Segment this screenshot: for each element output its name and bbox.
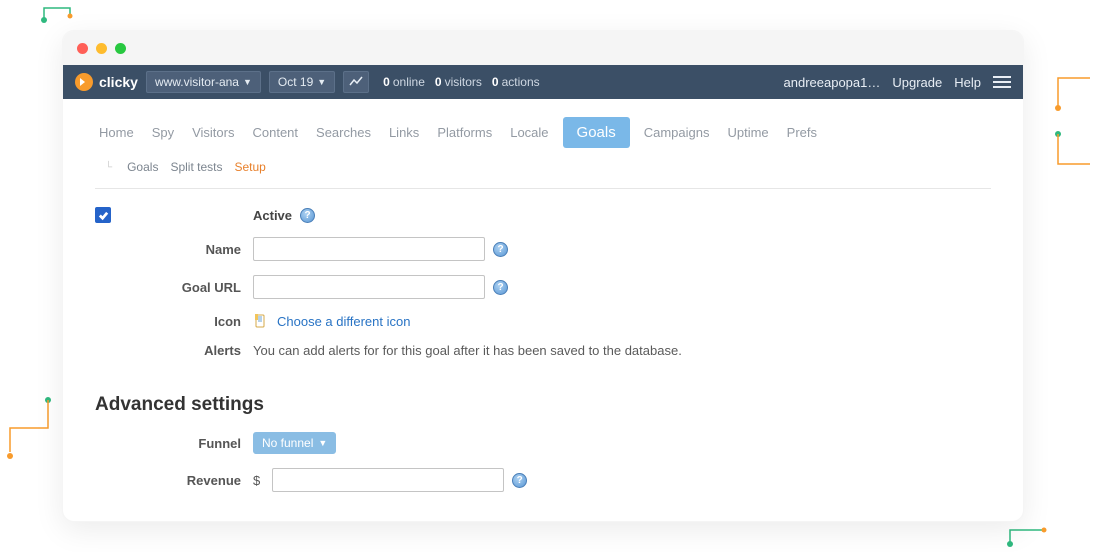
chevron-down-icon: ▼ (317, 77, 326, 87)
tab-visitors[interactable]: Visitors (188, 119, 238, 146)
goal-icon (253, 313, 269, 329)
funnel-value: No funnel (262, 436, 313, 450)
top-nav-bar: clicky www.visitor-ana ▼ Oct 19 ▼ 0onlin… (63, 65, 1023, 99)
decoration-r (1050, 68, 1100, 188)
nav-right: andreeapopa1… Upgrade Help (784, 73, 1011, 91)
help-icon[interactable]: ? (493, 280, 508, 295)
date-selector-value: Oct 19 (278, 75, 313, 89)
name-input[interactable] (253, 237, 485, 261)
tab-spy[interactable]: Spy (148, 119, 178, 146)
subtab-setup[interactable]: Setup (234, 160, 265, 174)
funnel-select[interactable]: No funnel ▼ (253, 432, 336, 454)
row-revenue: Revenue $ ? (95, 468, 991, 492)
chevron-down-icon: ▼ (318, 438, 327, 448)
upgrade-link[interactable]: Upgrade (892, 75, 942, 90)
funnel-label: Funnel (95, 436, 253, 451)
tab-prefs[interactable]: Prefs (783, 119, 821, 146)
brand-icon (75, 73, 93, 91)
window-maximize-button[interactable] (115, 43, 126, 54)
name-label: Name (95, 242, 253, 257)
revenue-label: Revenue (95, 473, 253, 488)
chart-icon (349, 76, 363, 88)
decoration-l (0, 390, 56, 470)
brand[interactable]: clicky (75, 73, 138, 91)
row-goalurl: Goal URL ? (95, 275, 991, 299)
main-content: Home Spy Visitors Content Searches Links… (63, 99, 1023, 522)
tree-icon: └ (105, 162, 112, 173)
user-menu[interactable]: andreeapopa1… (784, 75, 881, 90)
stat-visitors: 0visitors (435, 75, 482, 89)
window-close-button[interactable] (77, 43, 88, 54)
site-selector-value: www.visitor-ana (155, 75, 239, 89)
stats-group: 0online 0visitors 0actions (383, 75, 539, 89)
subtab-goals[interactable]: Goals (127, 160, 158, 174)
help-icon[interactable]: ? (512, 473, 527, 488)
help-icon[interactable]: ? (493, 242, 508, 257)
sub-tabs: └ Goals Split tests Setup (95, 156, 991, 189)
active-label: Active (253, 208, 292, 223)
tab-searches[interactable]: Searches (312, 119, 375, 146)
row-active: Active ? (95, 207, 991, 223)
tab-goals[interactable]: Goals (563, 117, 630, 148)
site-selector[interactable]: www.visitor-ana ▼ (146, 71, 261, 93)
tab-locale[interactable]: Locale (506, 119, 552, 146)
row-funnel: Funnel No funnel ▼ (95, 432, 991, 454)
browser-window: clicky www.visitor-ana ▼ Oct 19 ▼ 0onlin… (62, 30, 1024, 522)
icon-label: Icon (95, 314, 253, 329)
revenue-input[interactable] (272, 468, 504, 492)
window-minimize-button[interactable] (96, 43, 107, 54)
help-icon[interactable]: ? (300, 208, 315, 223)
decoration-tl (38, 0, 82, 26)
tab-platforms[interactable]: Platforms (433, 119, 496, 146)
revenue-prefix: $ (253, 473, 260, 488)
advanced-heading: Advanced settings (95, 394, 991, 416)
active-checkbox[interactable] (95, 207, 111, 223)
row-alerts: Alerts You can add alerts for for this g… (95, 343, 991, 358)
tab-content[interactable]: Content (248, 119, 302, 146)
menu-icon[interactable] (993, 73, 1011, 91)
primary-tabs: Home Spy Visitors Content Searches Links… (95, 99, 991, 156)
brand-label: clicky (99, 74, 138, 90)
tab-links[interactable]: Links (385, 119, 423, 146)
alerts-label: Alerts (95, 343, 253, 358)
form-area: Active ? Name ? Goal URL ? Icon (95, 189, 991, 492)
goalurl-input[interactable] (253, 275, 485, 299)
row-icon: Icon Choose a different icon (95, 313, 991, 329)
chart-button[interactable] (343, 71, 369, 93)
tab-uptime[interactable]: Uptime (723, 119, 772, 146)
date-selector[interactable]: Oct 19 ▼ (269, 71, 335, 93)
alerts-text: You can add alerts for for this goal aft… (253, 343, 682, 358)
row-name: Name ? (95, 237, 991, 261)
decoration-br (1002, 522, 1052, 552)
goalurl-label: Goal URL (95, 280, 253, 295)
choose-icon-link[interactable]: Choose a different icon (277, 314, 410, 329)
window-title-bar (63, 31, 1023, 65)
tab-home[interactable]: Home (95, 119, 138, 146)
stat-online: 0online (383, 75, 425, 89)
chevron-down-icon: ▼ (243, 77, 252, 87)
stat-actions: 0actions (492, 75, 540, 89)
help-link[interactable]: Help (954, 75, 981, 90)
tab-campaigns[interactable]: Campaigns (640, 119, 714, 146)
subtab-split[interactable]: Split tests (170, 160, 222, 174)
